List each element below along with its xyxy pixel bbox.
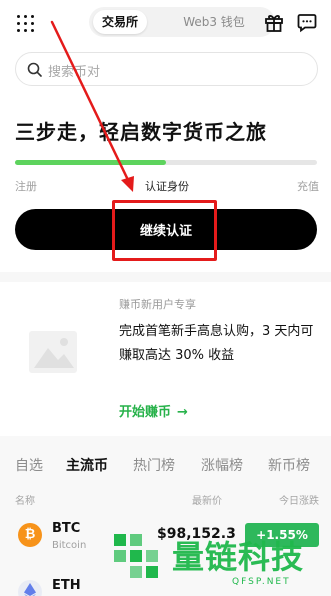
start-earning-link[interactable]: 开始赚币 → [119,401,188,420]
watermark-logo-icon [114,534,158,578]
step-register: 注册 [15,180,37,193]
promo-tag: 赚币新用户专享 [119,298,196,311]
column-header-price: 最新价 [192,496,222,507]
gift-icon[interactable] [263,11,285,33]
mode-switch: 交易所 Web3 钱包 [89,7,275,37]
continue-verification-button[interactable]: 继续认证 [15,209,317,250]
column-header-change: 今日涨跌 [279,496,319,507]
progress-fill [15,160,166,165]
promo-description: 完成首笔新手高息认购，3 天内可赚取高达 30% 收益 [119,324,314,363]
watermark: 量链科技 QFSP.NET [112,528,322,592]
tab-favorites[interactable]: 自选 [15,455,43,475]
section-divider [0,272,331,282]
onboarding-headline: 三步走，轻启数字货币之旅 [15,120,267,144]
coin-symbol: BTC [52,521,81,536]
column-header-name: 名称 [15,496,35,507]
search-input[interactable]: 搜索币对 [15,52,318,86]
tab-mainstream[interactable]: 主流币 [66,455,108,475]
continue-verification-label: 继续认证 [139,224,192,239]
chat-icon[interactable] [296,11,318,33]
arrow-right-icon: → [177,405,188,420]
tab-hot[interactable]: 热门榜 [133,455,175,475]
coin-name: Bitcoin [52,540,87,551]
tab-exchange[interactable]: 交易所 [93,10,147,34]
watermark-text: 量链科技 [172,538,305,576]
coin-symbol: ETH [52,578,81,593]
tab-web3-wallet[interactable]: Web3 钱包 [159,10,269,34]
search-icon [27,62,42,77]
onboarding-progress-bar [15,160,317,165]
ethereum-icon [18,580,42,596]
image-placeholder-icon [29,331,77,373]
start-earning-label: 开始赚币 [119,405,172,420]
top-bar: 交易所 Web3 钱包 [0,0,331,44]
grid-menu-icon[interactable] [17,15,35,33]
step-verify-identity: 认证身份 [145,180,189,193]
search-placeholder: 搜索币对 [48,65,101,80]
tab-gainers[interactable]: 涨幅榜 [201,455,243,475]
watermark-domain: QFSP.NET [232,577,291,587]
tab-new-listings[interactable]: 新币榜 [268,455,310,475]
step-deposit: 充值 [297,180,319,193]
bitcoin-icon: ₿ [18,523,42,547]
